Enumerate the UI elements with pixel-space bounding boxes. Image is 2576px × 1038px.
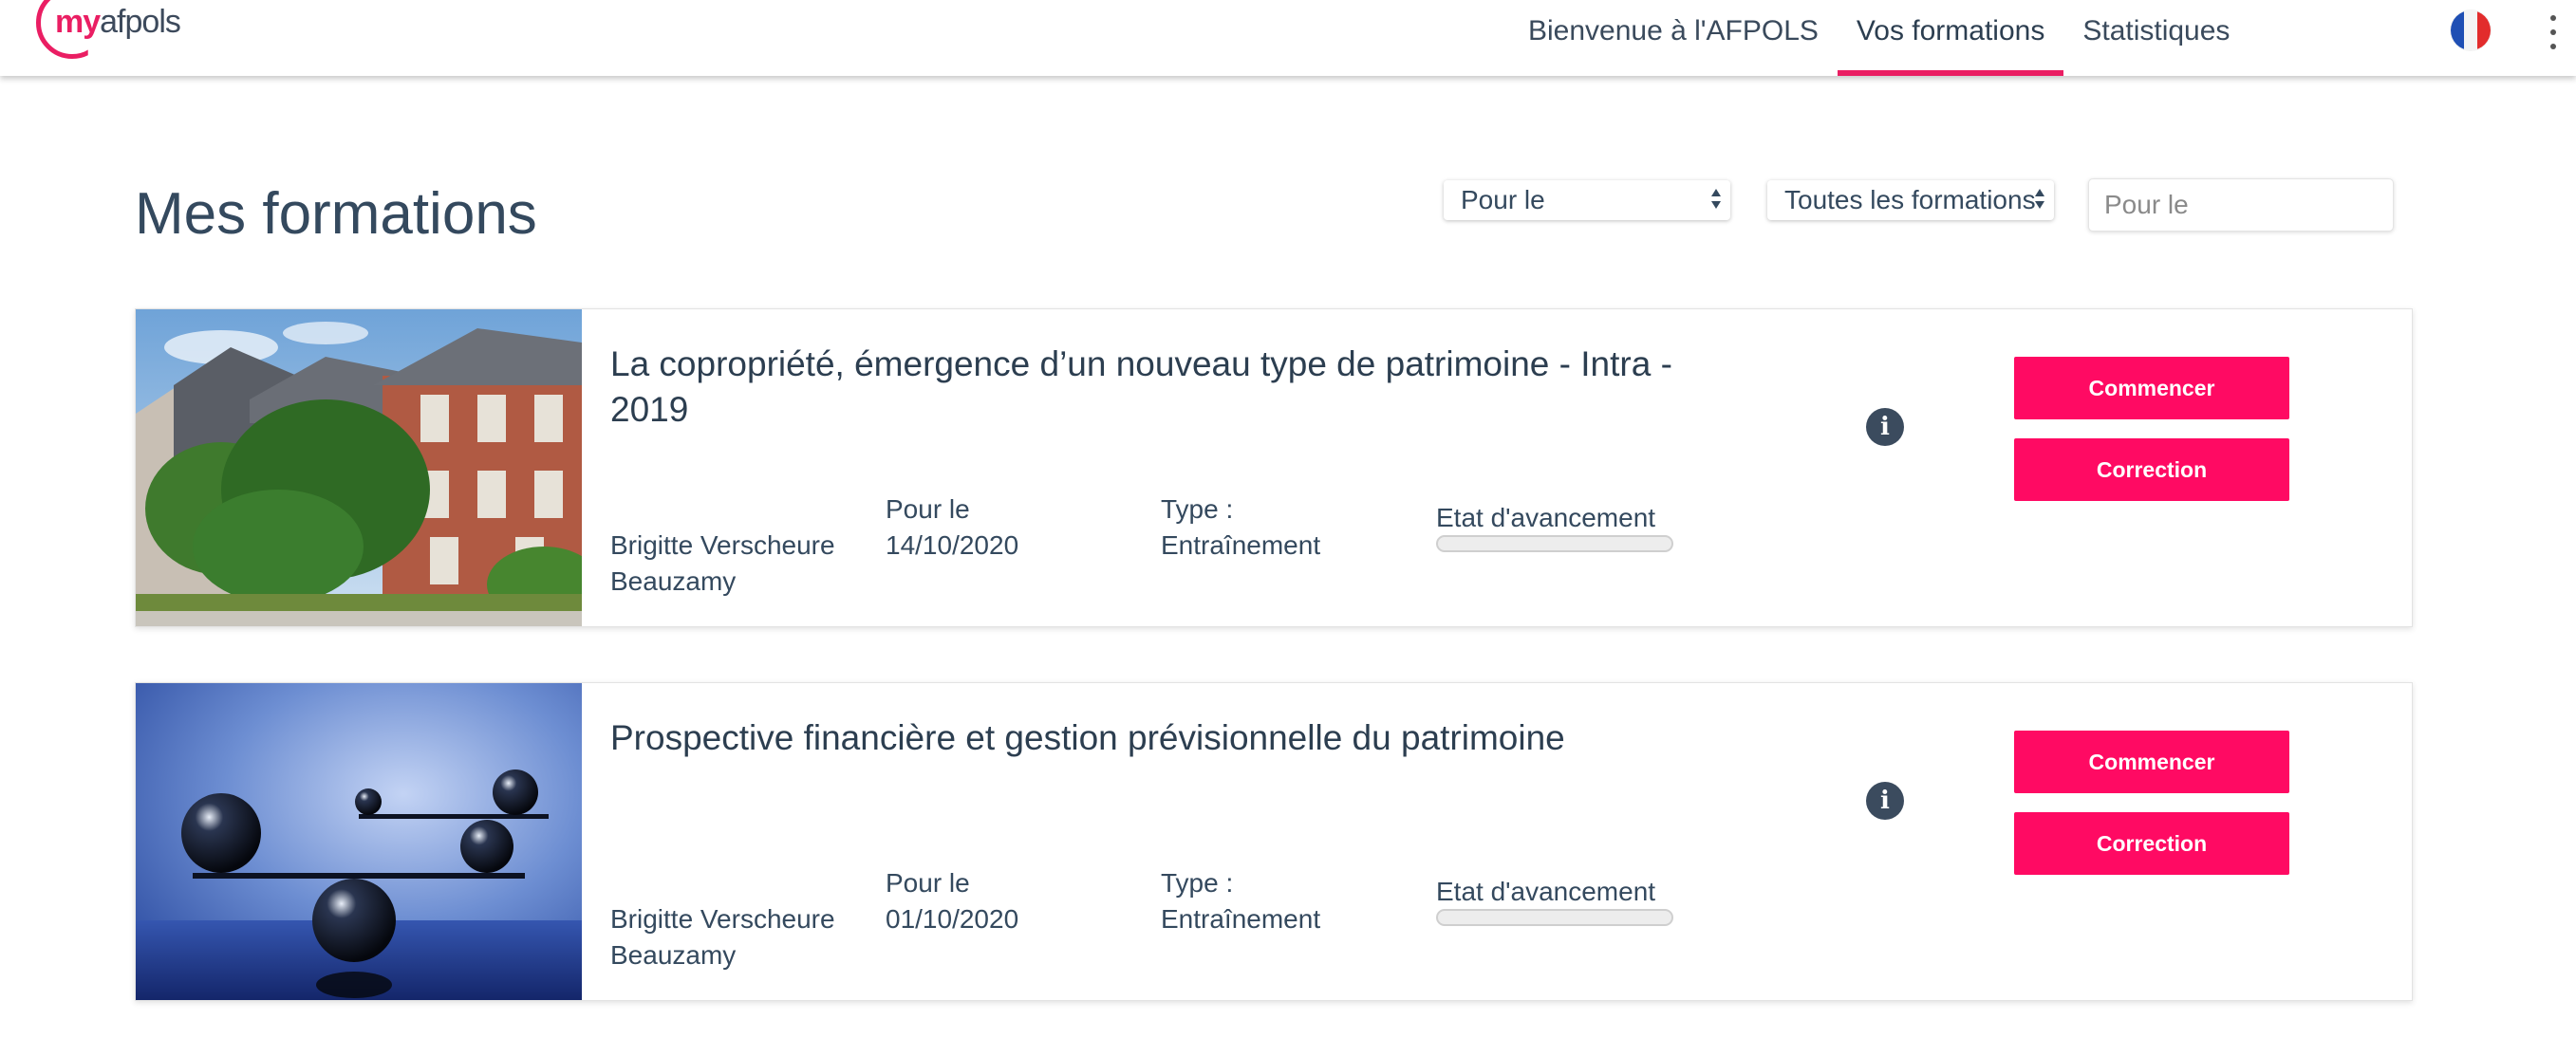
course-title: Prospective financière et gestion prévis… <box>610 718 1565 757</box>
formation-filter-value: Toutes les formations <box>1784 185 2036 214</box>
logo-text: myafpols <box>55 4 181 40</box>
course-date: Pour le 01/10/2020 <box>886 865 1018 937</box>
progress-label: Etat d'avancement <box>1436 503 1656 532</box>
course-title: La copropriété, émergence d’un nouveau t… <box>610 344 1672 429</box>
kebab-menu-icon[interactable] <box>2544 11 2563 53</box>
logo-afpols: afpols <box>100 4 181 40</box>
logo-my: my <box>55 4 101 40</box>
course-date-value: 14/10/2020 <box>886 530 1019 560</box>
course-type-value: Entraînement <box>1161 530 1321 560</box>
course-card: La copropriété, émergence d’un nouveau t… <box>135 308 2413 627</box>
course-progress: Etat d'avancement <box>1436 501 1673 552</box>
course-date-label: Pour le <box>886 494 970 524</box>
course-date-label: Pour le <box>886 868 970 898</box>
formation-filter-select[interactable]: Toutes les formations <box>1767 180 2054 220</box>
course-type-label: Type : <box>1161 868 1234 898</box>
date-filter-value: Pour le <box>1461 185 1545 214</box>
select-arrows-icon <box>2033 186 2046 214</box>
top-navigation-bar: myafpols Bienvenue à l'AFPOLS Vos format… <box>0 0 2576 76</box>
progress-bar <box>1436 909 1673 926</box>
search-input[interactable] <box>2088 178 2394 232</box>
select-arrows-icon <box>1709 186 1723 214</box>
apartment-buildings-photo <box>136 309 582 626</box>
info-icon[interactable]: i <box>1866 408 1904 446</box>
course-type: Type : Entraînement <box>1161 865 1320 937</box>
main-nav: Bienvenue à l'AFPOLS Vos formations Stat… <box>1509 0 2249 76</box>
date-filter-select[interactable]: Pour le <box>1444 180 1730 220</box>
course-type: Type : Entraînement <box>1161 491 1320 564</box>
info-icon[interactable]: i <box>1866 782 1904 820</box>
nav-item-vos-formations[interactable]: Vos formations <box>1837 0 2064 76</box>
france-flag-icon[interactable] <box>2451 10 2491 50</box>
myafpols-logo[interactable]: myafpols <box>36 0 188 70</box>
page-title: Mes formations <box>135 181 537 247</box>
correction-button[interactable]: Correction <box>2014 438 2289 501</box>
course-trainer: Brigitte Verscheure Beauzamy <box>610 904 835 970</box>
course-type-label: Type : <box>1161 494 1234 524</box>
course-date-value: 01/10/2020 <box>886 904 1019 934</box>
progress-label: Etat d'avancement <box>1436 877 1656 906</box>
nav-item-bienvenue[interactable]: Bienvenue à l'AFPOLS <box>1509 0 1838 76</box>
balancing-spheres-photo <box>136 683 582 1000</box>
correction-button[interactable]: Correction <box>2014 812 2289 875</box>
progress-bar <box>1436 535 1673 552</box>
commencer-button[interactable]: Commencer <box>2014 731 2289 793</box>
course-card: Prospective financière et gestion prévis… <box>135 682 2413 1001</box>
course-date: Pour le 14/10/2020 <box>886 491 1018 564</box>
nav-item-statistiques[interactable]: Statistiques <box>2063 0 2249 76</box>
course-trainer: Brigitte Verscheure Beauzamy <box>610 530 835 596</box>
commencer-button[interactable]: Commencer <box>2014 357 2289 419</box>
course-type-value: Entraînement <box>1161 904 1321 934</box>
course-progress: Etat d'avancement <box>1436 875 1673 926</box>
